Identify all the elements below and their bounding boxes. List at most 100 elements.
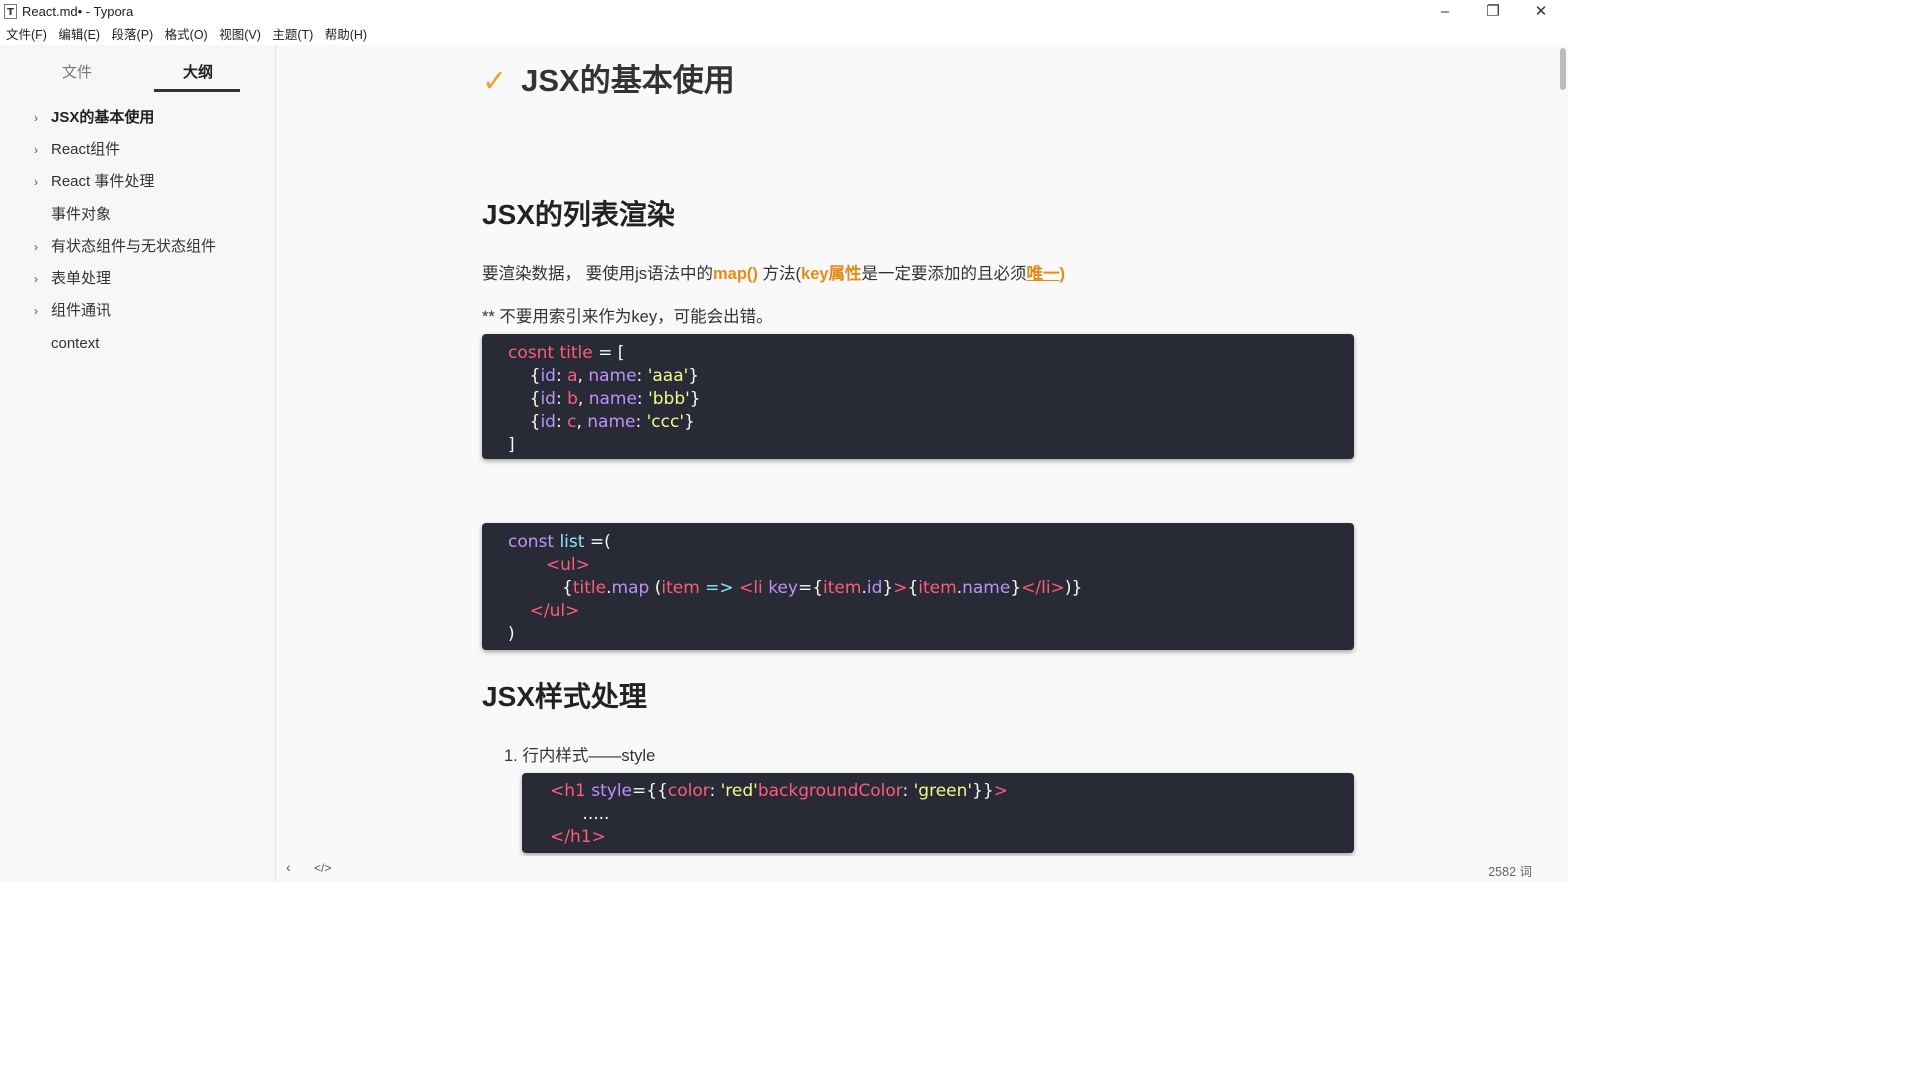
code-token: a	[567, 366, 578, 386]
code-token: style	[591, 781, 633, 801]
code-token: name	[588, 389, 637, 409]
paragraph-key-warning: ** 不要用索引来作为key，可能会出错。	[482, 308, 773, 326]
para-highlight-map: map()	[713, 265, 758, 283]
code-token: (	[649, 578, 662, 598]
code-line: )	[508, 623, 1328, 646]
code-token: <h1	[550, 781, 586, 801]
code-token: =(	[584, 532, 611, 552]
heading-1-text: JSX的基本使用	[521, 63, 735, 98]
code-token: name	[962, 578, 1011, 598]
code-block[interactable]: <h1 style={{color: 'red'backgroundColor:…	[522, 773, 1354, 853]
code-line: </h1>	[550, 826, 1326, 849]
code-token: :	[555, 412, 568, 432]
code-token: b	[567, 389, 578, 409]
word-count[interactable]: 2582 词	[1488, 861, 1532, 880]
outline-item-label: React组件	[51, 141, 121, 158]
code-token: {	[907, 578, 919, 598]
list-item: 1. 行内样式——style	[504, 747, 656, 765]
code-token: >	[893, 578, 908, 598]
para-highlight-key: key属性	[801, 265, 862, 283]
code-line: cosnt title = [	[508, 342, 1328, 365]
code-token: 'red'	[720, 781, 758, 801]
code-token: 'aaa'	[647, 366, 689, 386]
code-token: map	[611, 578, 650, 598]
code-token: = [	[592, 343, 625, 363]
code-token: <ul>	[545, 555, 590, 575]
code-line: .....	[550, 803, 1326, 826]
code-token: </ul>	[529, 601, 580, 621]
outline-item-label: JSX的基本使用	[51, 109, 155, 126]
code-token: backgroundColor	[757, 781, 903, 801]
code-token: title	[572, 578, 607, 598]
outline-item-label: context	[51, 335, 100, 352]
restore-button[interactable]: ❐	[1470, 0, 1516, 24]
menu-view[interactable]: 视图(V)	[219, 25, 261, 45]
code-token: >	[993, 781, 1008, 801]
code-token: name	[588, 366, 637, 386]
paragraph-map: 要渲染数据， 要使用js语法中的map() 方法(key属性是一定要添加的且必须…	[482, 260, 1065, 284]
code-token: color	[667, 781, 710, 801]
code-token: :	[555, 366, 568, 386]
code-token: item	[661, 578, 700, 598]
outline-item-label: 事件对象	[51, 206, 112, 223]
minimize-button[interactable]: –	[1422, 0, 1468, 24]
code-token: ,	[577, 389, 589, 409]
code-line: {title.map (item => <li key={item.id}>{i…	[508, 577, 1328, 600]
code-token: id	[540, 412, 556, 432]
code-token: 'ccc'	[646, 412, 685, 432]
menu-theme[interactable]: 主题(T)	[272, 25, 313, 45]
menu-help[interactable]: 帮助(H)	[325, 25, 367, 45]
code-token: }	[684, 412, 695, 432]
active-tab-indicator	[154, 89, 240, 92]
menu-format[interactable]: 格式(O)	[165, 25, 208, 45]
chevron-right-icon[interactable]: ›	[34, 137, 44, 163]
code-token: }}	[972, 781, 994, 801]
chevron-right-icon[interactable]: ›	[34, 298, 44, 324]
code-token: .....	[550, 804, 610, 824]
code-token: </h1>	[550, 827, 606, 847]
code-block[interactable]: const list =( <ul> {title.map (item => <…	[482, 523, 1354, 650]
code-token: }	[882, 578, 894, 598]
menu-paragraph[interactable]: 段落(P)	[112, 25, 154, 45]
code-token: ,	[577, 366, 589, 386]
window-title: React.md• - Typora	[22, 4, 134, 19]
code-token: item	[823, 578, 862, 598]
code-token: {	[508, 578, 573, 598]
outline-item-label: 组件通讯	[51, 302, 112, 319]
code-token: key	[768, 578, 798, 598]
chevron-right-icon[interactable]: ›	[34, 169, 44, 195]
menu-edit[interactable]: 编辑(E)	[58, 25, 100, 45]
chevron-right-icon[interactable]: ›	[34, 105, 44, 131]
code-token: :	[636, 389, 649, 409]
menu-file[interactable]: 文件(F)	[6, 25, 47, 45]
chevron-right-icon[interactable]: ›	[34, 266, 44, 292]
code-token: )}	[1064, 578, 1083, 598]
chevron-right-icon[interactable]: ›	[34, 234, 44, 260]
para-text: 是一定要添加的且必须	[861, 265, 1027, 283]
code-token: :	[635, 412, 647, 432]
title-bar: T React.md• - Typora – ❐ ✕	[0, 0, 1568, 24]
code-token: cosnt title	[508, 343, 593, 363]
scrollbar-track[interactable]	[1558, 45, 1568, 882]
editor-area[interactable]: ✓ JSX的基本使用 JSX的列表渲染 要渲染数据， 要使用js语法中的map()…	[276, 45, 1558, 882]
code-block[interactable]: cosnt title = [ {id: a, name: 'aaa'} {id…	[482, 334, 1354, 459]
code-token: </li>	[1021, 578, 1065, 598]
toggle-sidebar-icon[interactable]: ‹	[286, 859, 291, 875]
status-bar: ‹ </> 2582 词	[276, 856, 1558, 882]
code-token: :	[902, 781, 914, 801]
code-token: 'bbb'	[648, 389, 690, 409]
code-token: ,	[576, 412, 588, 432]
scrollbar-thumb[interactable]	[1560, 48, 1566, 90]
source-code-mode-icon[interactable]: </>	[314, 861, 331, 875]
code-line: ]	[508, 434, 1328, 457]
code-token: :	[636, 366, 648, 386]
close-button[interactable]: ✕	[1518, 0, 1564, 24]
code-token: }	[689, 389, 701, 409]
code-line: <ul>	[508, 554, 1328, 577]
code-line: {id: b, name: 'bbb'}	[508, 388, 1328, 411]
tab-files[interactable]: 文件	[62, 61, 92, 82]
code-token: ={	[797, 578, 824, 598]
tab-outline[interactable]: 大纲	[183, 61, 213, 82]
